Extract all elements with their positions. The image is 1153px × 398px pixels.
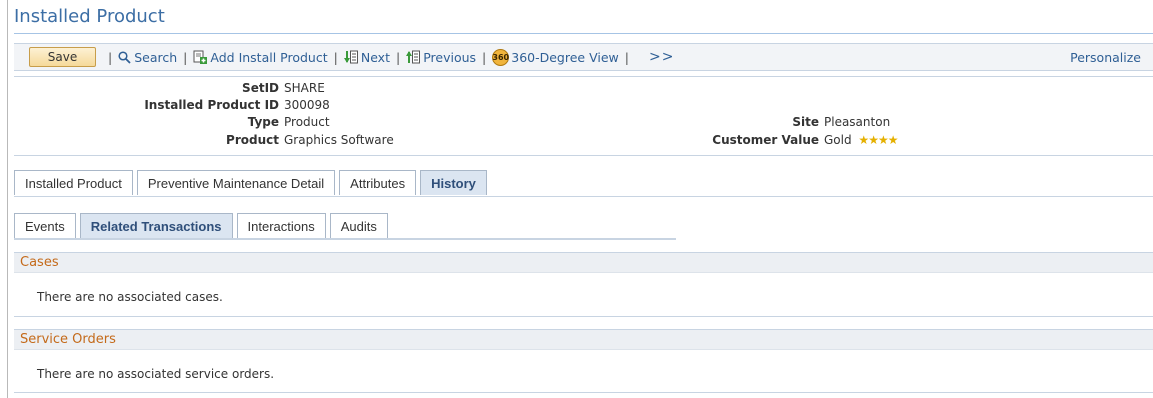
previous-link[interactable]: Previous: [406, 50, 476, 65]
installed-product-id-value: 300098: [284, 98, 330, 112]
history-subtabs: Events Related Transactions Interactions Au…: [14, 213, 392, 239]
customer-value-rating-stars: ★★★★: [858, 133, 899, 147]
tab-installed-product[interactable]: Installed Product: [14, 170, 133, 195]
service-orders-empty-message: There are no associated service orders.: [37, 367, 275, 381]
page-left-border: [7, 0, 8, 398]
toolbar: Save | Search | Add Install Product | Ne…: [14, 43, 1153, 71]
toolbar-separator: |: [333, 49, 338, 65]
page-title: Installed Product: [14, 6, 165, 27]
next-down-icon: [343, 50, 358, 64]
site-row: Site Pleasanton: [514, 115, 890, 129]
history-subtabs-rule: [14, 238, 676, 240]
product-row: Product Graphics Software: [14, 133, 394, 147]
star-icon: ★: [868, 133, 879, 147]
subtab-events[interactable]: Events: [14, 213, 76, 238]
subtab-interactions[interactable]: Interactions: [236, 213, 326, 238]
tab-history[interactable]: History: [420, 170, 487, 195]
type-label: Type: [247, 115, 279, 129]
add-install-product-link[interactable]: Add Install Product: [193, 49, 328, 65]
more-actions-link[interactable]: >>: [649, 49, 674, 65]
toolbar-separator: |: [183, 49, 188, 65]
toolbar-separator: |: [482, 49, 487, 65]
product-value: Graphics Software: [284, 133, 394, 147]
subtab-related-transactions[interactable]: Related Transactions: [79, 213, 233, 238]
360-view-icon: 360: [492, 48, 510, 66]
previous-up-icon: [406, 50, 421, 64]
next-label: Next: [360, 49, 390, 65]
search-link[interactable]: Search: [118, 50, 177, 65]
save-button[interactable]: Save: [29, 47, 96, 67]
setid-row: SetID SHARE: [14, 81, 325, 95]
installed-product-id-row: Installed Product ID 300098: [14, 98, 330, 112]
star-icon: ★: [877, 133, 889, 147]
customer-value-label: Customer Value: [712, 133, 819, 147]
cases-section-header: Cases: [14, 252, 1153, 273]
tab-preventive-maintenance-detail[interactable]: Preventive Maintenance Detail: [136, 170, 336, 195]
main-tabs-rule: [14, 196, 1153, 197]
star-icon: ★: [887, 133, 899, 147]
cases-section-bottom: [14, 316, 1153, 317]
star-icon: ★: [858, 133, 869, 147]
search-label: Search: [134, 49, 178, 65]
site-label: Site: [792, 115, 819, 129]
toolbar-separator: |: [624, 49, 629, 65]
customer-value-row: Customer Value Gold ★★★★: [514, 133, 899, 147]
cases-empty-message: There are no associated cases.: [37, 290, 223, 304]
personalize-link[interactable]: Personalize: [1070, 50, 1141, 65]
service-orders-section-bottom: [14, 392, 1153, 393]
360-degree-view-link[interactable]: 360 360-Degree View: [492, 48, 619, 66]
setid-value: SHARE: [284, 81, 325, 95]
search-icon: [118, 50, 131, 64]
subtab-audits[interactable]: Audits: [329, 213, 388, 238]
service-orders-section-header: Service Orders: [14, 329, 1153, 350]
add-install-product-label: Add Install Product: [210, 49, 328, 65]
main-tabs: Installed Product Preventive Maintenance …: [14, 170, 491, 196]
type-value: Product: [284, 115, 330, 129]
title-rule: [14, 33, 1153, 34]
product-label: Product: [226, 133, 279, 147]
product-info-panel: SetID SHARE Installed Product ID 300098 Ty…: [14, 76, 1153, 156]
site-value: Pleasanton: [824, 115, 891, 129]
customer-value-value: Gold: [824, 133, 852, 147]
toolbar-separator: |: [395, 49, 401, 65]
next-link[interactable]: Next: [343, 49, 390, 65]
tab-attributes[interactable]: Attributes: [339, 170, 417, 195]
previous-label: Previous: [423, 49, 477, 65]
add-document-icon: [193, 50, 208, 64]
toolbar-separator: |: [108, 49, 113, 65]
installed-product-id-label: Installed Product ID: [144, 98, 279, 112]
type-row: Type Product: [14, 115, 330, 129]
setid-label: SetID: [242, 81, 279, 95]
360-degree-view-label: 360-Degree View: [511, 49, 619, 65]
